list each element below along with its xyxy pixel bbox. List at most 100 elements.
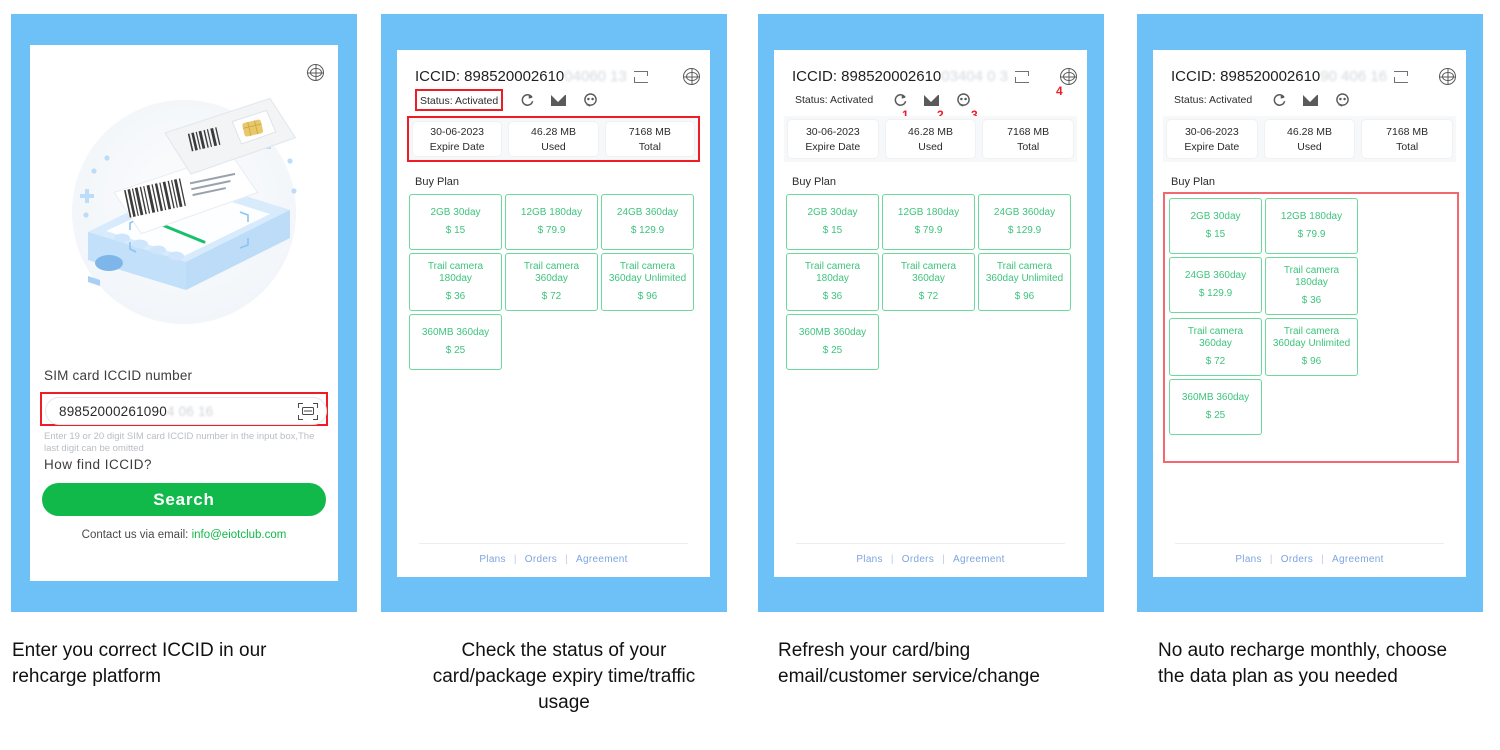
plan-card[interactable]: 2GB 30day $ 15 [409,194,502,250]
plan-card[interactable]: 12GB 180day $ 79.9 [882,194,975,250]
footer-link-agreement[interactable]: Agreement [576,554,628,565]
stat-value: 30-06-2023 [805,125,860,138]
iccid-header: ICCID: 89852000261003404 0 3 [792,68,1077,85]
plan-name: 360MB 360day [798,327,867,338]
plan-card[interactable]: 12GB 180day $ 79.9 [505,194,598,250]
swap-icon[interactable] [1394,70,1409,83]
plan-card[interactable]: Trail camera 360day $ 72 [1169,318,1262,376]
plan-card[interactable]: Trail camera 180day $ 36 [1265,257,1358,315]
usage-stats: 30-06-2023 Expire Date 46.28 MB Used 716… [784,116,1077,162]
status-highlight-box: Status: Activated [415,89,504,111]
footer-link-plans[interactable]: Plans [1235,554,1262,565]
plan-name: Trail camera 360day Unlimited [1272,326,1351,349]
plan-card[interactable]: Trail camera 180day $ 36 [409,253,502,311]
plan-card[interactable]: 360MB 360day $ 25 [1169,379,1262,435]
buy-plan-label: Buy Plan [1171,176,1216,188]
barcode-scan-icon[interactable] [298,402,318,420]
footer-link-plans[interactable]: Plans [479,554,506,565]
plan-card[interactable]: 2GB 30day $ 15 [1169,198,1262,254]
plan-card[interactable]: 12GB 180day $ 79.9 [1265,198,1358,254]
footer-separator: | [942,554,946,565]
search-button[interactable]: Search [42,483,326,516]
search-input[interactable]: 89852000261090 4 06 16 [45,397,327,425]
swap-icon[interactable] [633,70,649,83]
plan-card[interactable]: 24GB 360day $ 129.9 [978,194,1071,250]
plan-card[interactable]: Trail camera 180day $ 36 [786,253,879,311]
stat-value: 7168 MB [628,125,671,138]
plan-card[interactable]: 24GB 360day $ 129.9 [601,194,694,250]
footer-link-agreement[interactable]: Agreement [953,554,1005,565]
footer-separator: | [1269,554,1273,565]
footer-link-orders[interactable]: Orders [902,554,934,565]
plan-name: 2GB 30day [807,207,858,218]
refresh-icon[interactable] [893,93,907,107]
plan-card[interactable]: 2GB 30day $ 15 [786,194,879,250]
plan-card[interactable]: Trail camera 360day $ 72 [505,253,598,311]
plan-card[interactable]: 360MB 360day $ 25 [409,314,502,370]
globe-icon[interactable] [683,68,700,85]
plan-price: $ 129.9 [630,225,665,236]
iccid-header: ICCID: 89852000261004060 13 [415,68,700,85]
mail-icon[interactable] [924,94,940,106]
customer-service-icon[interactable] [1335,93,1350,107]
swap-icon[interactable] [1015,70,1030,83]
plan-name: 2GB 30day [1190,211,1241,222]
plan-card[interactable]: Trail camera 360day $ 72 [882,253,975,311]
stat-total: 7168 MB Total [1361,119,1454,159]
footer-link-orders[interactable]: Orders [525,554,557,565]
caption-step-1: Enter you correct ICCID in our rehcarge … [12,640,267,687]
panel-4-frame: ICCID: 89852000261090 406 16 Status: Act… [1137,14,1483,612]
footer-separator: | [890,554,894,565]
plan-card[interactable]: 24GB 360day $ 129.9 [1169,257,1262,313]
plan-price: $ 36 [1301,295,1322,306]
refresh-icon[interactable] [1272,93,1286,107]
globe-icon[interactable] [1060,68,1077,85]
footer-link-orders[interactable]: Orders [1281,554,1313,565]
status-badge: Status: Activated [795,94,874,106]
footer-link-plans[interactable]: Plans [856,554,883,565]
plan-card[interactable]: Trail camera 360day Unlimited $ 96 [978,253,1071,311]
plan-card[interactable]: 360MB 360day $ 25 [786,314,879,370]
customer-service-icon[interactable] [583,93,598,107]
mail-icon[interactable] [551,94,567,106]
stat-value: 46.28 MB [1287,125,1332,138]
stat-key: Expire Date [805,140,861,153]
plan-price: $ 15 [1205,229,1226,240]
contact-prefix: Contact us via email: [81,529,192,541]
stat-value: 30-06-2023 [430,125,485,138]
stat-key: Expire Date [429,140,485,153]
plan-name: 24GB 360day [616,207,679,218]
globe-icon[interactable] [1439,68,1456,85]
iccid-value-visible: 89852000261090 [59,403,167,419]
globe-icon[interactable] [307,64,324,81]
contact-email-link[interactable]: info@eiotclub.com [192,529,287,541]
stat-expire-date: 30-06-2023 Expire Date [412,121,503,157]
refresh-icon[interactable] [520,93,534,107]
mail-icon[interactable] [1303,94,1319,106]
plan-price: $ 15 [445,225,466,236]
customer-service-icon[interactable] [956,93,971,107]
plan-price: $ 25 [445,345,466,356]
plan-name: Trail camera 180day [427,261,484,284]
plan-name: 360MB 360day [421,327,490,338]
stat-value: 7168 MB [1386,125,1429,138]
plan-price: $ 36 [822,291,843,302]
stat-expire-date: 30-06-2023 Expire Date [1166,119,1258,159]
plan-name: Trail camera 180day [804,261,861,284]
iccid-header-text: ICCID: 89852000261003404 0 3 [792,68,1009,85]
plan-price: $ 79.9 [537,225,566,236]
plan-card[interactable]: Trail camera 360day Unlimited $ 96 [601,253,694,311]
footer-separator: | [513,554,517,565]
footer-links: Plans | Orders | Agreement [774,554,1087,565]
plan-price: $ 79.9 [914,225,943,236]
usage-stats: 30-06-2023 Expire Date 46.28 MB Used 716… [1163,116,1456,162]
plan-price: $ 25 [822,345,843,356]
how-find-iccid-link[interactable]: How find ICCID? [44,457,152,472]
footer-link-agreement[interactable]: Agreement [1332,554,1384,565]
annotation-marker-4: 4 [1056,84,1063,98]
status-row: Status: Activated [792,91,971,109]
steps-infographic: SIM card ICCID number 89852000261090 4 0… [0,0,1500,750]
stat-key: Used [541,140,566,153]
action-icons [520,93,598,107]
plan-card[interactable]: Trail camera 360day Unlimited $ 96 [1265,318,1358,376]
